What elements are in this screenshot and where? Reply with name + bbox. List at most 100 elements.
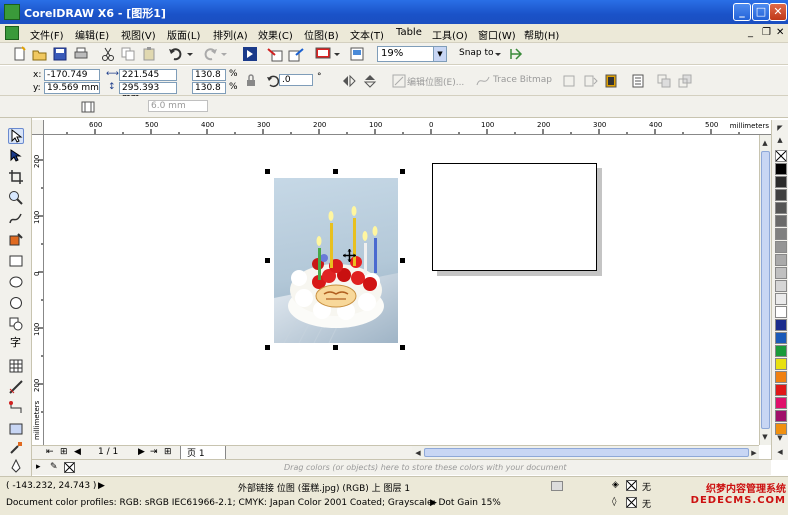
no-fill-swatch[interactable]: [64, 462, 75, 473]
y-position-field[interactable]: 19.569 mm: [44, 82, 100, 94]
menu-tools[interactable]: 工具(O): [432, 27, 468, 42]
fill-none-swatch[interactable]: [626, 480, 637, 491]
lock-ratio-icon[interactable]: [243, 73, 259, 89]
menu-table[interactable]: Table: [396, 27, 422, 38]
print-icon[interactable]: [73, 46, 89, 62]
scale-x-field[interactable]: 130.8: [192, 69, 226, 81]
scroll-left-icon[interactable]: ◀: [413, 447, 423, 459]
last-page-icon[interactable]: ⇥: [150, 447, 158, 457]
color-swatch[interactable]: [775, 358, 787, 370]
parallel-dimension-tool-icon[interactable]: [8, 379, 24, 395]
add-page-before-icon[interactable]: ⊞: [60, 447, 68, 457]
mirror-horizontal-icon[interactable]: [341, 73, 357, 89]
horizontal-ruler[interactable]: 600 500 400 300 200 100 0 100 200 300 40…: [44, 120, 771, 135]
palette-scroll-up-icon[interactable]: ▲: [775, 134, 785, 146]
selection-handle-right[interactable]: [400, 258, 405, 263]
basic-shapes-tool-icon[interactable]: [8, 316, 24, 332]
zoom-tool-icon[interactable]: [8, 190, 24, 206]
selection-handle-bottom-right[interactable]: [400, 345, 405, 350]
cut-icon[interactable]: [100, 46, 116, 62]
color-swatch[interactable]: [775, 163, 787, 175]
application-launcher-icon[interactable]: [315, 46, 331, 62]
outline-none-swatch[interactable]: [626, 497, 637, 508]
ruler-origin[interactable]: [32, 120, 44, 135]
smart-fill-tool-icon[interactable]: [8, 232, 24, 248]
color-swatch[interactable]: [775, 319, 787, 331]
height-field[interactable]: 295.393 mm: [119, 82, 177, 103]
document-color-profiles[interactable]: Document color profiles: RGB: sRGB IEC61…: [6, 498, 501, 508]
text-tool-icon[interactable]: 字: [10, 334, 21, 350]
paste-icon[interactable]: [141, 46, 157, 62]
page-tab[interactable]: 页 1: [180, 446, 226, 460]
bitmap-color-mask-icon[interactable]: [603, 73, 619, 89]
table-tool-icon[interactable]: [8, 358, 24, 374]
import-icon[interactable]: [267, 46, 283, 62]
to-front-icon[interactable]: [656, 73, 672, 89]
shape-tool-icon[interactable]: [8, 148, 24, 164]
pick-tool-icon[interactable]: [8, 128, 24, 144]
color-swatch[interactable]: [775, 371, 787, 383]
maximize-button[interactable]: □: [752, 3, 770, 21]
color-swatch[interactable]: [775, 397, 787, 409]
redo-dropdown-icon[interactable]: [220, 46, 236, 62]
outline-pen-tool-icon[interactable]: [8, 458, 24, 474]
nudge-distance-field[interactable]: 6.0 mm: [148, 100, 208, 112]
save-icon[interactable]: [52, 46, 68, 62]
zoom-level-select[interactable]: 19% ▼: [377, 46, 447, 62]
color-swatch[interactable]: [775, 332, 787, 344]
color-swatch[interactable]: [775, 384, 787, 396]
horizontal-scrollbar[interactable]: ◀ ▶: [412, 445, 759, 459]
width-field[interactable]: 221.545 mm: [119, 69, 177, 90]
color-swatch[interactable]: [775, 293, 787, 305]
menu-bitmaps[interactable]: 位图(B): [304, 27, 339, 42]
blend-tool-icon[interactable]: [8, 421, 24, 437]
color-swatch[interactable]: [775, 228, 787, 240]
add-page-after-icon[interactable]: ⊞: [164, 447, 172, 457]
palette-expand-icon[interactable]: ◀: [775, 446, 785, 458]
menu-text[interactable]: 文本(T): [350, 27, 384, 42]
color-swatch[interactable]: [775, 202, 787, 214]
mdi-restore-button[interactable]: ❐: [762, 27, 771, 38]
resample-icon[interactable]: [582, 73, 598, 89]
scale-y-field[interactable]: 130.8: [192, 82, 226, 94]
to-back-icon[interactable]: [677, 73, 693, 89]
color-swatch[interactable]: [775, 410, 787, 422]
no-color-swatch[interactable]: [775, 150, 787, 162]
cake-bitmap[interactable]: [274, 178, 398, 343]
crop-tool-icon[interactable]: [8, 169, 24, 185]
mdi-minimize-button[interactable]: _: [748, 27, 753, 38]
first-page-icon[interactable]: ⇤: [46, 447, 54, 457]
color-swatch[interactable]: [775, 254, 787, 266]
menu-effects[interactable]: 效果(C): [258, 27, 293, 42]
export-icon[interactable]: [288, 46, 304, 62]
minimize-button[interactable]: _: [733, 3, 751, 21]
edit-bitmap-button[interactable]: 编辑位图(E)...: [407, 75, 464, 88]
color-swatch[interactable]: [775, 267, 787, 279]
palette-flyout-icon[interactable]: ◤: [775, 122, 785, 134]
scroll-right-icon[interactable]: ▶: [749, 447, 759, 459]
color-profiles-arrow-icon[interactable]: ▶: [430, 498, 437, 508]
selection-handle-bottom[interactable]: [333, 345, 338, 350]
launcher-dropdown-icon[interactable]: [333, 46, 349, 62]
previous-page-icon[interactable]: ◀: [74, 447, 81, 457]
redo-icon[interactable]: [202, 46, 218, 62]
color-swatch[interactable]: [775, 241, 787, 253]
horizontal-scroll-thumb[interactable]: [424, 448, 749, 457]
color-swatch[interactable]: [775, 176, 787, 188]
color-swatch[interactable]: [775, 189, 787, 201]
document-palette-menu-icon[interactable]: ▸: [36, 462, 41, 472]
vertical-scrollbar[interactable]: ▲ ▼: [759, 135, 771, 445]
search-content-icon[interactable]: [242, 46, 258, 62]
ellipse-tool-icon[interactable]: [8, 274, 24, 290]
palette-scroll-down-icon[interactable]: ▼: [775, 432, 785, 444]
menu-layout[interactable]: 版面(L): [167, 27, 200, 42]
scroll-up-icon[interactable]: ▲: [760, 137, 770, 149]
options-icon[interactable]: [508, 46, 524, 62]
menu-window[interactable]: 窗口(W): [478, 27, 516, 42]
snap-to-button[interactable]: Snap to: [459, 48, 494, 58]
menu-view[interactable]: 视图(V): [121, 27, 156, 42]
rotation-angle-field[interactable]: .0: [279, 74, 313, 86]
close-button[interactable]: ✕: [769, 3, 787, 21]
trace-bitmap-button[interactable]: Trace Bitmap: [493, 75, 552, 85]
scroll-down-icon[interactable]: ▼: [760, 431, 770, 443]
